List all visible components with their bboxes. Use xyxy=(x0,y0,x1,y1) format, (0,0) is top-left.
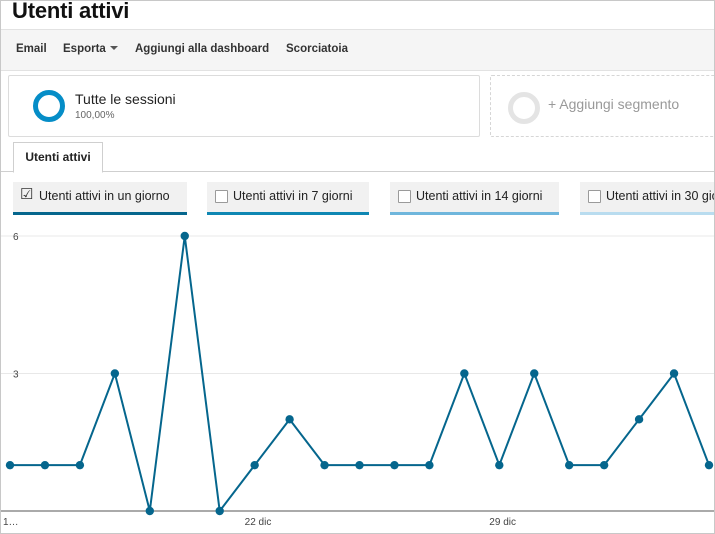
x-tick-label: 22 dic xyxy=(245,517,272,528)
data-point xyxy=(180,231,189,241)
y-tick-label: 6 xyxy=(13,232,19,243)
export-button[interactable]: Esporta xyxy=(63,43,118,55)
analytics-report: Utenti attivi Email Esporta Aggiungi all… xyxy=(0,0,715,534)
data-point xyxy=(355,460,364,470)
add-segment-ring-icon xyxy=(508,92,540,124)
checkbox-icon[interactable] xyxy=(588,190,601,203)
metric-chip-14-days[interactable]: Utenti attivi in 14 giorni xyxy=(390,182,559,215)
metric-chip-30-days[interactable]: Utenti attivi in 30 giorni xyxy=(580,182,714,215)
metric-chip-label: Utenti attivi in 7 giorni xyxy=(233,189,353,203)
data-point xyxy=(145,506,154,516)
report-toolbar: Email Esporta Aggiungi alla dashboard Sc… xyxy=(1,29,714,71)
checkbox-icon[interactable] xyxy=(215,190,228,203)
data-point xyxy=(215,506,224,516)
add-segment-card[interactable]: + Aggiungi segmento xyxy=(490,75,714,137)
add-to-dashboard-button[interactable]: Aggiungi alla dashboard xyxy=(135,43,269,55)
segment-ring-icon xyxy=(33,90,65,122)
checkbox-icon[interactable] xyxy=(398,190,411,203)
data-point xyxy=(285,415,294,424)
data-point xyxy=(390,460,399,470)
chevron-down-icon xyxy=(109,46,118,50)
data-point xyxy=(495,460,504,470)
data-point xyxy=(565,460,574,470)
shortcut-button[interactable]: Scorciatoia xyxy=(286,43,348,55)
page-title: Utenti attivi xyxy=(12,0,130,23)
metric-chip-label: Utenti attivi in un giorno xyxy=(39,189,170,203)
segment-percent: 100,00% xyxy=(75,110,115,121)
data-point xyxy=(704,460,714,470)
metric-chip-label: Utenti attivi in 30 giorni xyxy=(606,189,714,203)
x-tick-label: 1… xyxy=(3,517,19,528)
tab-divider xyxy=(1,171,714,172)
data-point xyxy=(669,369,679,378)
data-point xyxy=(530,369,539,378)
add-segment-label: + Aggiungi segmento xyxy=(548,96,680,112)
metric-chip-7-days[interactable]: Utenti attivi in 7 giorni xyxy=(207,182,369,215)
data-point xyxy=(634,415,644,424)
metric-chip-label: Utenti attivi in 14 giorni xyxy=(416,189,543,203)
data-point xyxy=(460,369,469,378)
data-point xyxy=(110,369,120,378)
data-point xyxy=(75,460,85,470)
checkbox-checked-icon[interactable]: ☑ xyxy=(20,182,33,208)
data-point xyxy=(5,460,15,470)
data-point xyxy=(250,460,259,470)
data-point xyxy=(320,460,329,470)
segment-name: Tutte le sessioni xyxy=(75,91,176,107)
x-tick-label: 29 dic xyxy=(489,517,516,528)
metric-chip-1-day[interactable]: ☑ Utenti attivi in un giorno xyxy=(13,182,187,215)
active-users-line-chart: 3 6 1… 22 dic 29 dic xyxy=(1,231,714,528)
segment-card-all-sessions[interactable]: Tutte le sessioni 100,00% xyxy=(8,75,480,137)
email-button[interactable]: Email xyxy=(16,43,47,55)
export-button-label: Esporta xyxy=(63,43,106,55)
tab-active-users[interactable]: Utenti attivi xyxy=(13,142,103,173)
data-point xyxy=(425,460,434,470)
data-point xyxy=(599,460,609,470)
y-tick-label: 3 xyxy=(13,370,19,381)
data-point xyxy=(40,460,50,470)
